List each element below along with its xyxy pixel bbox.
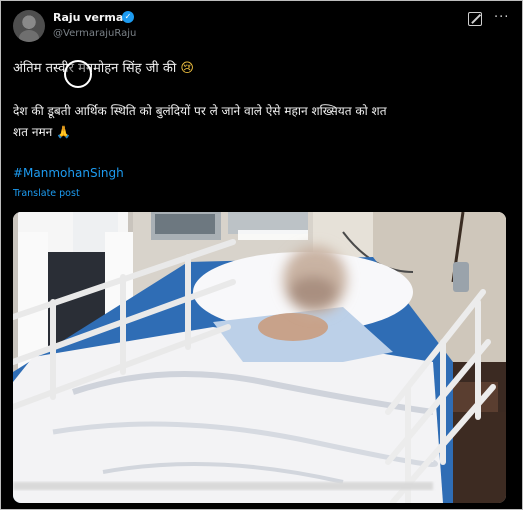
folded-hands-emoji: 🙏 [56,125,72,139]
grok-icon[interactable] [468,12,482,26]
author-handle[interactable]: @VermarajuRaju [53,28,136,39]
verified-badge-icon: ✓ [122,11,134,23]
post-text-line-1-text: अंतिम तस्वीर मनमोहन सिंह जी की [13,61,177,76]
post-photo[interactable] [13,212,506,503]
post-text-line-3-text: शत नमन [13,125,53,139]
post-text-line-2: देश की डूबती आर्थिक स्थिति को बुलंदियों … [13,104,387,118]
post-text-line-1: अंतिम तस्वीर मनमोहन सिंह जी की 😢 [13,58,194,76]
hashtag-link[interactable]: #ManmohanSingh [13,166,124,180]
post-text-line-3: शत नमन 🙏 [13,123,71,140]
tweet-card: Raju verma ✓ @VermarajuRaju ··· अंतिम तस… [2,2,521,508]
mouse-cursor-ring [64,60,92,88]
crying-face-emoji: 😢 [180,61,194,76]
tweet-screenshot-frame: Raju verma ✓ @VermarajuRaju ··· अंतिम तस… [0,0,523,510]
author-name[interactable]: Raju verma [53,11,123,24]
author-avatar[interactable] [13,10,45,42]
translate-post-link[interactable]: Translate post [13,188,80,199]
more-options-icon[interactable]: ··· [494,11,509,24]
